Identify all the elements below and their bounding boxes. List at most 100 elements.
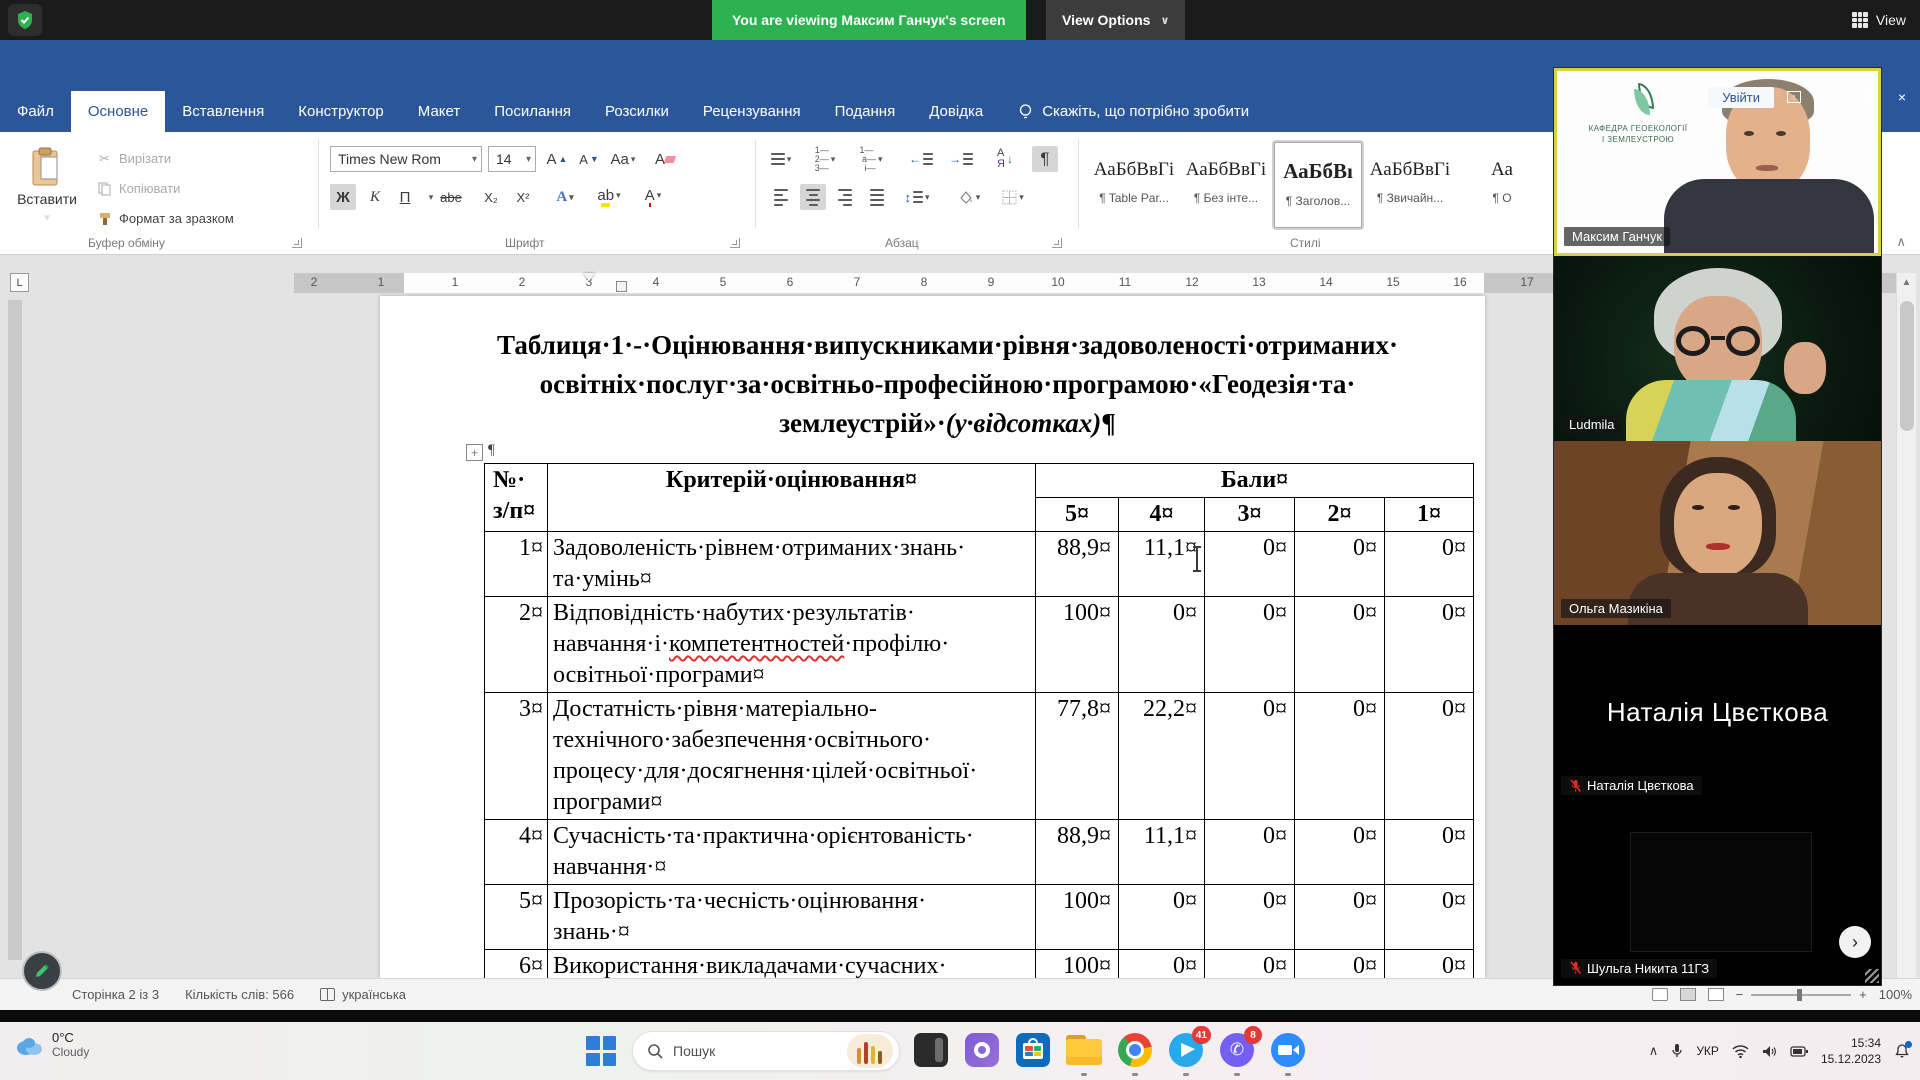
security-shield-icon[interactable]: [8, 4, 42, 36]
grow-font-button[interactable]: А ▲: [544, 146, 570, 172]
tab-layout[interactable]: Макет: [401, 91, 477, 132]
minimize-button[interactable]: —: [1814, 84, 1846, 110]
highlight-color-button[interactable]: ab ▾: [596, 182, 622, 208]
font-name-combo[interactable]: Times New Rom ▾: [330, 146, 482, 172]
tab-view[interactable]: Подання: [818, 91, 913, 132]
document-page[interactable]: Таблиця·1·-·Оцінювання·випускниками·рівн…: [380, 296, 1485, 978]
style-other[interactable]: Аа ¶ О: [1458, 142, 1546, 228]
first-line-indent-marker[interactable]: [583, 273, 595, 281]
zoom-out-icon[interactable]: −: [1736, 987, 1744, 1002]
style-normal[interactable]: АаБбВвГі ¶ Звичайн...: [1366, 142, 1454, 228]
microsoft-store-icon[interactable]: [1014, 1031, 1052, 1069]
font-color-button[interactable]: А ▾: [640, 182, 666, 208]
style-table-paragraph[interactable]: АаБбВвГі ¶ Table Par...: [1090, 142, 1178, 228]
sort-button[interactable]: А Я ↓: [992, 146, 1018, 172]
restore-button[interactable]: [1850, 84, 1882, 110]
language-tray[interactable]: УКР: [1696, 1044, 1719, 1058]
font-size-combo[interactable]: 14 ▾: [488, 146, 536, 172]
word-count[interactable]: Кількість слів: 566: [185, 987, 294, 1002]
tab-references[interactable]: Посилання: [477, 91, 588, 132]
text-effects-button[interactable]: А ▾: [552, 184, 578, 210]
volume-icon[interactable]: [1762, 1045, 1777, 1058]
italic-button[interactable]: К: [362, 184, 388, 210]
zoom-app-icon[interactable]: [1269, 1031, 1307, 1076]
show-formatting-marks-button[interactable]: ¶: [1032, 146, 1058, 172]
left-indent-marker[interactable]: [616, 281, 627, 292]
start-button[interactable]: [586, 1036, 616, 1066]
tab-selector[interactable]: L: [10, 273, 29, 292]
tab-file[interactable]: Файл: [0, 91, 71, 132]
hidden-icons-chevron[interactable]: ∧: [1649, 1043, 1659, 1059]
zoom-knob[interactable]: [1797, 988, 1803, 1001]
chrome-icon[interactable]: [1116, 1031, 1154, 1076]
increase-indent-button[interactable]: →: [948, 146, 974, 172]
phone-link-icon[interactable]: [912, 1031, 950, 1069]
close-button[interactable]: ×: [1886, 84, 1918, 110]
ribbon-display-options-button[interactable]: ↑: [1778, 84, 1810, 110]
bullets-button[interactable]: ▾: [768, 146, 794, 172]
collapse-ribbon-icon[interactable]: ∧: [1896, 234, 1906, 250]
decrease-indent-button[interactable]: ←: [908, 146, 934, 172]
tab-design[interactable]: Конструктор: [281, 91, 401, 132]
file-explorer-icon[interactable]: [1065, 1031, 1103, 1076]
notification-bell-icon[interactable]: [1894, 1041, 1912, 1059]
tab-mailings[interactable]: Розсилки: [588, 91, 686, 132]
taskbar-search[interactable]: Пошук: [632, 1031, 900, 1071]
microphone-tray-icon[interactable]: [1671, 1043, 1683, 1059]
vertical-scrollbar[interactable]: ▲: [1896, 273, 1916, 978]
participant-tile[interactable]: Наталія Цвєткова Наталія Цвєткова: [1554, 624, 1881, 803]
superscript-button[interactable]: X²: [510, 184, 536, 210]
signin-button[interactable]: Увійти: [1708, 86, 1774, 108]
participant-tile[interactable]: › Шульга Никита 11ГЗ: [1554, 802, 1881, 985]
participant-tile[interactable]: Ludmila: [1554, 255, 1881, 442]
align-right-button[interactable]: [832, 184, 858, 210]
scroll-up-icon[interactable]: ▲: [1897, 273, 1916, 288]
loop-app-icon[interactable]: [963, 1031, 1001, 1069]
multilevel-list-button[interactable]: 1— a— i— ▾: [858, 145, 884, 172]
borders-button[interactable]: ▾: [1000, 184, 1026, 210]
clear-formatting-button[interactable]: А: [652, 146, 678, 172]
scrollbar-thumb[interactable]: [1900, 301, 1914, 431]
zoom-in-icon[interactable]: +: [1859, 987, 1867, 1002]
tab-help[interactable]: Довідка: [912, 91, 1000, 132]
panel-resize-handle[interactable]: [1865, 969, 1879, 983]
paste-button[interactable]: Вставити ▾: [14, 140, 80, 240]
battery-icon[interactable]: [1790, 1045, 1808, 1058]
language-indicator[interactable]: українська: [320, 987, 406, 1002]
format-painter-button[interactable]: Формат за зразком: [96, 210, 234, 227]
copy-button[interactable]: Копіювати: [96, 180, 180, 197]
change-case-button[interactable]: Aa ▾: [610, 146, 636, 172]
editing-indicator-button[interactable]: [22, 951, 62, 991]
participant-tile[interactable]: Ольга Мазикіна: [1554, 441, 1881, 625]
clipboard-dialog-launcher[interactable]: [292, 238, 302, 248]
telegram-icon[interactable]: 41: [1167, 1026, 1211, 1076]
viber-icon[interactable]: ✆ 8: [1218, 1026, 1262, 1076]
font-dialog-launcher[interactable]: [730, 238, 740, 248]
table-move-handle[interactable]: +: [466, 444, 483, 461]
wifi-icon[interactable]: [1732, 1044, 1749, 1058]
strikethrough-button[interactable]: abe: [438, 184, 464, 210]
tell-me-search[interactable]: Скажіть, що потрібно зробити: [1018, 91, 1249, 132]
tab-home[interactable]: Основне: [70, 91, 166, 132]
shrink-font-button[interactable]: А ▼: [576, 146, 602, 172]
justify-button[interactable]: [864, 184, 890, 210]
subscript-button[interactable]: X₂: [478, 184, 504, 210]
line-spacing-button[interactable]: ↕ ▾: [904, 184, 930, 210]
zoom-level[interactable]: 100%: [1879, 987, 1912, 1002]
cut-button[interactable]: ✂ Вирізати: [96, 150, 171, 167]
view-options-button[interactable]: View Options ∨: [1046, 0, 1186, 40]
underline-button[interactable]: П: [392, 184, 418, 210]
align-left-button[interactable]: [768, 184, 794, 210]
style-no-spacing[interactable]: АаБбВвГі ¶ Без інте...: [1182, 142, 1270, 228]
page-indicator[interactable]: Сторінка 2 із 3: [72, 987, 159, 1002]
zoom-view-button[interactable]: View: [1851, 0, 1906, 40]
clock[interactable]: 15:34 15.12.2023: [1821, 1035, 1881, 1067]
web-layout-button[interactable]: [1707, 988, 1724, 1001]
print-layout-button[interactable]: [1679, 988, 1696, 1001]
numbering-button[interactable]: 1— 2— 3— ▾: [812, 145, 838, 172]
taskbar-weather-widget[interactable]: 0°C Cloudy: [14, 1030, 89, 1059]
next-participants-button[interactable]: ›: [1839, 926, 1871, 959]
align-center-button[interactable]: [800, 184, 826, 210]
tab-review[interactable]: Рецензування: [686, 91, 818, 132]
shading-button[interactable]: ▾: [956, 184, 982, 210]
